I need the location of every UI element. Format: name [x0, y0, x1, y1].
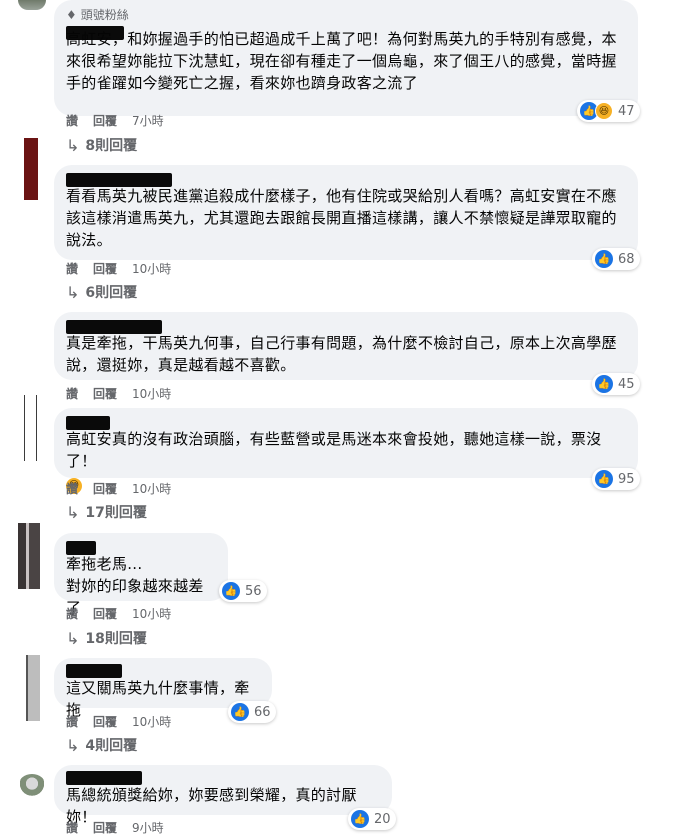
reaction-summary[interactable]: 👍 56	[219, 580, 267, 602]
reply-button[interactable]: 回覆	[93, 480, 117, 497]
like-button[interactable]: 讚	[66, 385, 78, 402]
like-button[interactable]: 讚	[66, 713, 78, 730]
reaction-count: 47	[618, 103, 635, 119]
haha-icon: 😆	[595, 102, 613, 120]
reply-arrow-icon: ↳	[66, 282, 80, 302]
reaction-summary[interactable]: 👍 45	[592, 373, 640, 395]
comment-bubble: 馬總統頒獎給妳，妳要感到榮耀，真的討厭妳！	[54, 765, 392, 826]
redacted-username	[66, 664, 122, 678]
reply-button[interactable]: 回覆	[93, 385, 117, 402]
comment-bubble: ♦ 頭號粉絲 高虹安，和妳握過手的怕已超過成千上萬了吧！為何對馬英九的手特別有感…	[54, 0, 638, 116]
replies-count: 17則回覆	[85, 505, 147, 521]
view-replies-link[interactable]: ↳ 18則回覆	[66, 628, 147, 648]
like-button[interactable]: 讚	[66, 260, 78, 277]
reply-arrow-icon: ↳	[66, 628, 80, 648]
comment-line: 牽拖老馬...	[66, 555, 143, 573]
comment-bubble: 真是牽拖，干馬英九何事，自己行事有問題，為什麼不檢討自己，原本上次高學歷說，還挺…	[54, 312, 638, 380]
timestamp[interactable]: 7小時	[132, 112, 164, 129]
timestamp[interactable]: 10小時	[132, 385, 171, 402]
timestamp[interactable]: 9小時	[132, 819, 164, 834]
view-replies-link[interactable]: ↳ 6則回覆	[66, 282, 137, 302]
comment-bubble: 高虹安真的沒有政治頭腦，有些藍營或是馬迷本來會投她，聽她這樣一說，票沒了！ 😅	[54, 408, 638, 494]
like-button[interactable]: 讚	[66, 605, 78, 622]
badge-label: 頭號粉絲	[80, 8, 129, 22]
like-icon: 👍	[222, 582, 240, 600]
reaction-count: 68	[618, 251, 635, 267]
comment-bubble: 看看馬英九被民進黨追殺成什麼樣子，他有住院或哭給別人看嗎？高虹安實在不應該這樣消…	[54, 165, 638, 260]
comment-text: 真是牽拖，干馬英九何事，自己行事有問題，為什麼不檢討自己，原本上次高學歷說，還挺…	[66, 334, 617, 374]
like-button[interactable]: 讚	[66, 112, 78, 129]
reaction-count: 45	[618, 376, 635, 392]
comment-text: 高虹安真的沒有政治頭腦，有些藍營或是馬迷本來會投她，聽她這樣一說，票沒了！	[66, 428, 626, 472]
view-replies-link[interactable]: ↳ 17則回覆	[66, 502, 147, 522]
reply-arrow-icon: ↳	[66, 735, 80, 755]
top-fan-badge: ♦ 頭號粉絲	[66, 6, 626, 23]
replies-count: 4則回覆	[85, 738, 138, 754]
like-icon: 👍	[595, 250, 613, 268]
timestamp[interactable]: 10小時	[132, 605, 171, 622]
redacted-username	[66, 771, 142, 785]
reply-button[interactable]: 回覆	[93, 819, 117, 834]
reaction-summary[interactable]: 👍 66	[228, 701, 276, 723]
reply-arrow-icon: ↳	[66, 502, 80, 522]
timestamp[interactable]: 10小時	[132, 713, 171, 730]
replies-count: 18則回覆	[85, 631, 147, 647]
like-icon: 👍	[231, 703, 249, 721]
diamond-icon: ♦	[66, 7, 77, 22]
commenter-avatar[interactable]	[18, 138, 46, 200]
like-icon: 👍	[595, 470, 613, 488]
replies-count: 6則回覆	[85, 285, 138, 301]
reply-button[interactable]: 回覆	[93, 605, 117, 622]
comment-body: 高虹安真的沒有政治頭腦，有些藍營或是馬迷本來會投她，聽她這樣一說，票沒了！	[66, 430, 602, 470]
reaction-summary[interactable]: 👍 😆 47	[577, 100, 640, 122]
reaction-count: 20	[374, 811, 391, 827]
reply-button[interactable]: 回覆	[93, 112, 117, 129]
comment-actions: 讚 回覆 10小時	[66, 260, 171, 277]
like-button[interactable]: 讚	[66, 480, 78, 497]
view-replies-link[interactable]: ↳ 4則回覆	[66, 735, 137, 755]
reaction-summary[interactable]: 👍 95	[592, 468, 640, 490]
commenter-avatar[interactable]	[18, 774, 46, 798]
comment-actions: 讚 回覆 9小時	[66, 819, 164, 834]
comment-actions: 讚 回覆 10小時	[66, 713, 171, 730]
comment-actions: 讚 回覆 7小時	[66, 112, 164, 129]
commenter-avatar[interactable]	[18, 655, 46, 721]
commenter-avatar[interactable]	[18, 523, 46, 589]
reply-arrow-icon: ↳	[66, 135, 80, 155]
view-replies-link[interactable]: ↳ 8則回覆	[66, 135, 137, 155]
like-icon: 👍	[595, 375, 613, 393]
reply-button[interactable]: 回覆	[93, 713, 117, 730]
comment-bubble: 牽拖老馬... 對妳的印象越來越差了	[54, 533, 228, 617]
comment-actions: 讚 回覆 10小時	[66, 605, 171, 622]
reaction-count: 66	[254, 704, 271, 720]
reply-button[interactable]: 回覆	[93, 260, 117, 277]
timestamp[interactable]: 10小時	[132, 260, 171, 277]
comment-actions: 讚 回覆 10小時	[66, 385, 171, 402]
like-button[interactable]: 讚	[66, 819, 78, 834]
comment-text: 看看馬英九被民進黨追殺成什麼樣子，他有住院或哭給別人看嗎？高虹安實在不應該這樣消…	[66, 187, 617, 249]
reaction-summary[interactable]: 👍 20	[348, 808, 396, 830]
like-icon: 👍	[351, 810, 369, 828]
reaction-summary[interactable]: 👍 68	[592, 248, 640, 270]
timestamp[interactable]: 10小時	[132, 480, 171, 497]
replies-count: 8則回覆	[85, 138, 138, 154]
reaction-count: 56	[245, 583, 262, 599]
commenter-avatar[interactable]	[18, 395, 46, 461]
comment-actions: 讚 回覆 10小時	[66, 480, 171, 497]
comment-text: 高虹安，和妳握過手的怕已超過成千上萬了吧！為何對馬英九的手特別有感覺，本來很希望…	[66, 30, 617, 92]
commenter-avatar[interactable]	[18, 0, 46, 10]
reaction-count: 95	[618, 471, 635, 487]
